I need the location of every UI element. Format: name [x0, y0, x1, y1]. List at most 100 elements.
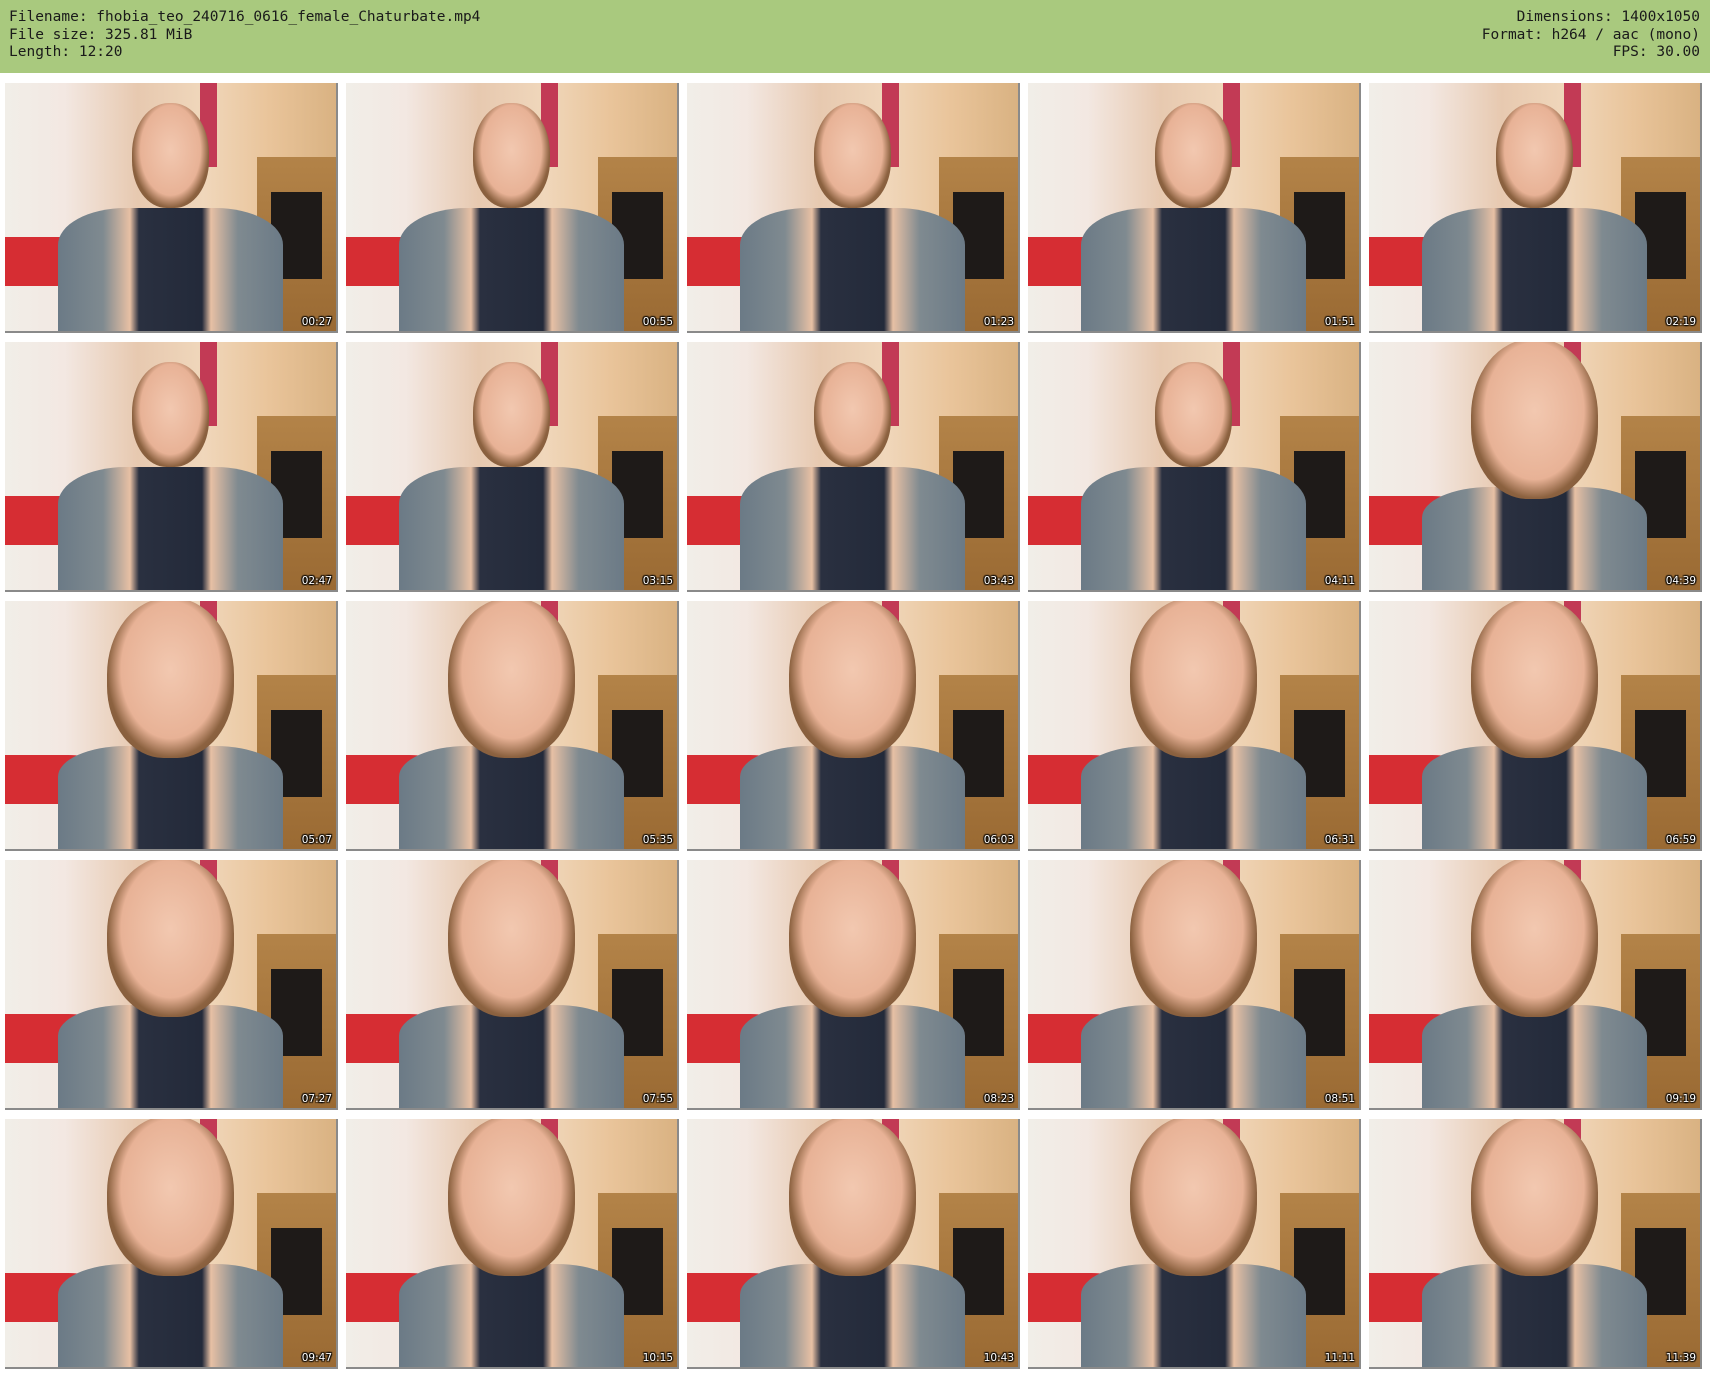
thumbnail-subject [398, 1119, 625, 1367]
thumbnail-subject-torso [739, 466, 966, 590]
thumbnail-subject-head [1471, 342, 1598, 499]
thumbnail-subject [57, 1119, 284, 1367]
thumbnail-subject-torso [1421, 207, 1648, 331]
thumbnail-subject [1421, 860, 1648, 1108]
thumbnail-subject [1421, 1119, 1648, 1367]
video-thumbnail[interactable]: 10:43 [687, 1119, 1020, 1369]
video-thumbnail[interactable]: 06:59 [1369, 601, 1702, 851]
video-thumbnail[interactable]: 03:43 [687, 342, 1020, 592]
thumbnail-subject [398, 361, 625, 590]
thumbnail-subject-head [1130, 860, 1257, 1017]
thumbnail-subject-torso [739, 746, 966, 849]
video-thumbnail[interactable]: 03:15 [346, 342, 679, 592]
thumbnail-subject [739, 102, 966, 331]
video-thumbnail[interactable]: 06:03 [687, 601, 1020, 851]
thumbnail-subject [739, 601, 966, 849]
video-thumbnail[interactable]: 00:27 [5, 83, 338, 333]
video-thumbnail[interactable]: 02:47 [5, 342, 338, 592]
format-label: Format: h264 / aac (mono) [1481, 26, 1700, 43]
thumbnail-subject-head [448, 1119, 575, 1276]
thumbnail-subject-torso [398, 207, 625, 331]
thumbnail-subject-head [107, 1119, 234, 1276]
thumbnail-subject-head [132, 102, 209, 208]
video-thumbnail[interactable]: 10:15 [346, 1119, 679, 1369]
thumbnail-subject-torso [398, 1005, 625, 1108]
thumbnail-subject [739, 361, 966, 590]
thumbnail-subject [1080, 361, 1307, 590]
thumbnail-subject-torso [1080, 1264, 1307, 1367]
video-thumbnail[interactable]: 04:11 [1028, 342, 1361, 592]
thumbnail-subject [398, 860, 625, 1108]
filesize-label: File size: 325.81 MiB [9, 26, 193, 43]
thumbnail-timestamp: 09:19 [1665, 1093, 1696, 1105]
thumbnail-subject-torso [1421, 746, 1648, 849]
thumbnail-subject-torso [398, 746, 625, 849]
thumbnail-subject [739, 1119, 966, 1367]
thumbnail-subject-head [789, 601, 916, 758]
thumbnail-subject-head [132, 361, 209, 467]
video-thumbnail[interactable]: 02:19 [1369, 83, 1702, 333]
thumbnail-subject-head [448, 601, 575, 758]
thumbnail-subject-torso [1421, 487, 1648, 590]
thumbnail-subject-head [1155, 361, 1232, 467]
thumbnail-subject-torso [1080, 207, 1307, 331]
thumbnail-subject-torso [1080, 746, 1307, 849]
thumbnail-subject-torso [398, 1264, 625, 1367]
thumbnail-subject [739, 860, 966, 1108]
thumbnail-subject [1080, 1119, 1307, 1367]
thumbnail-subject-torso [1080, 466, 1307, 590]
video-thumbnail[interactable]: 07:55 [346, 860, 679, 1110]
thumbnail-subject [57, 102, 284, 331]
thumbnail-timestamp: 09:47 [301, 1352, 332, 1364]
video-thumbnail[interactable]: 05:07 [5, 601, 338, 851]
thumbnail-subject [57, 860, 284, 1108]
thumbnail-subject-head [107, 860, 234, 1017]
video-thumbnail[interactable]: 08:51 [1028, 860, 1361, 1110]
file-meta-left: Filename: fhobia_teo_240716_0616_female_… [9, 9, 480, 62]
thumbnail-subject-head [789, 1119, 916, 1276]
thumbnail-timestamp: 06:59 [1665, 834, 1696, 846]
thumbnail-subject-head [1155, 102, 1232, 208]
thumbnail-timestamp: 08:51 [1324, 1093, 1355, 1105]
thumbnail-subject-head [1496, 102, 1573, 208]
thumbnail-timestamp: 05:35 [642, 834, 673, 846]
video-thumbnail[interactable]: 09:47 [5, 1119, 338, 1369]
thumbnail-timestamp: 07:27 [301, 1093, 332, 1105]
thumbnail-timestamp: 06:03 [983, 834, 1014, 846]
video-thumbnail[interactable]: 01:51 [1028, 83, 1361, 333]
thumbnail-subject [57, 361, 284, 590]
thumbnail-subject-head [473, 102, 550, 208]
video-thumbnail[interactable]: 06:31 [1028, 601, 1361, 851]
thumbnail-subject-torso [739, 207, 966, 331]
video-thumbnail[interactable]: 11:39 [1369, 1119, 1702, 1369]
thumbnail-timestamp: 11:11 [1324, 1352, 1355, 1364]
thumbnail-subject [1080, 860, 1307, 1108]
video-thumbnail[interactable]: 11:11 [1028, 1119, 1361, 1369]
length-label: Length: 12:20 [9, 44, 123, 60]
video-thumbnail[interactable]: 05:35 [346, 601, 679, 851]
thumbnail-subject-torso [398, 466, 625, 590]
thumbnail-subject-torso [57, 1264, 284, 1367]
thumbnail-subject-head [814, 102, 891, 208]
thumbnail-subject-head [1471, 1119, 1598, 1276]
thumbnail-subject-torso [739, 1005, 966, 1108]
thumbnail-timestamp: 04:39 [1665, 575, 1696, 587]
thumbnail-subject-torso [1421, 1264, 1648, 1367]
video-thumbnail[interactable]: 04:39 [1369, 342, 1702, 592]
thumbnail-timestamp: 02:19 [1665, 316, 1696, 328]
thumbnail-subject [57, 601, 284, 849]
thumbnail-subject-head [107, 601, 234, 758]
thumbnail-subject-head [1471, 601, 1598, 758]
thumbnail-subject-head [1130, 1119, 1257, 1276]
video-thumbnail[interactable]: 09:19 [1369, 860, 1702, 1110]
video-thumbnail[interactable]: 01:23 [687, 83, 1020, 333]
info-header: Filename: fhobia_teo_240716_0616_female_… [0, 0, 1710, 73]
thumbnail-timestamp: 07:55 [642, 1093, 673, 1105]
video-thumbnail[interactable]: 00:55 [346, 83, 679, 333]
video-thumbnail[interactable]: 07:27 [5, 860, 338, 1110]
thumbnail-subject-torso [739, 1264, 966, 1367]
video-thumbnail[interactable]: 08:23 [687, 860, 1020, 1110]
thumbnail-timestamp: 00:55 [642, 316, 673, 328]
thumbnail-subject [1421, 342, 1648, 590]
thumbnail-subject [398, 601, 625, 849]
